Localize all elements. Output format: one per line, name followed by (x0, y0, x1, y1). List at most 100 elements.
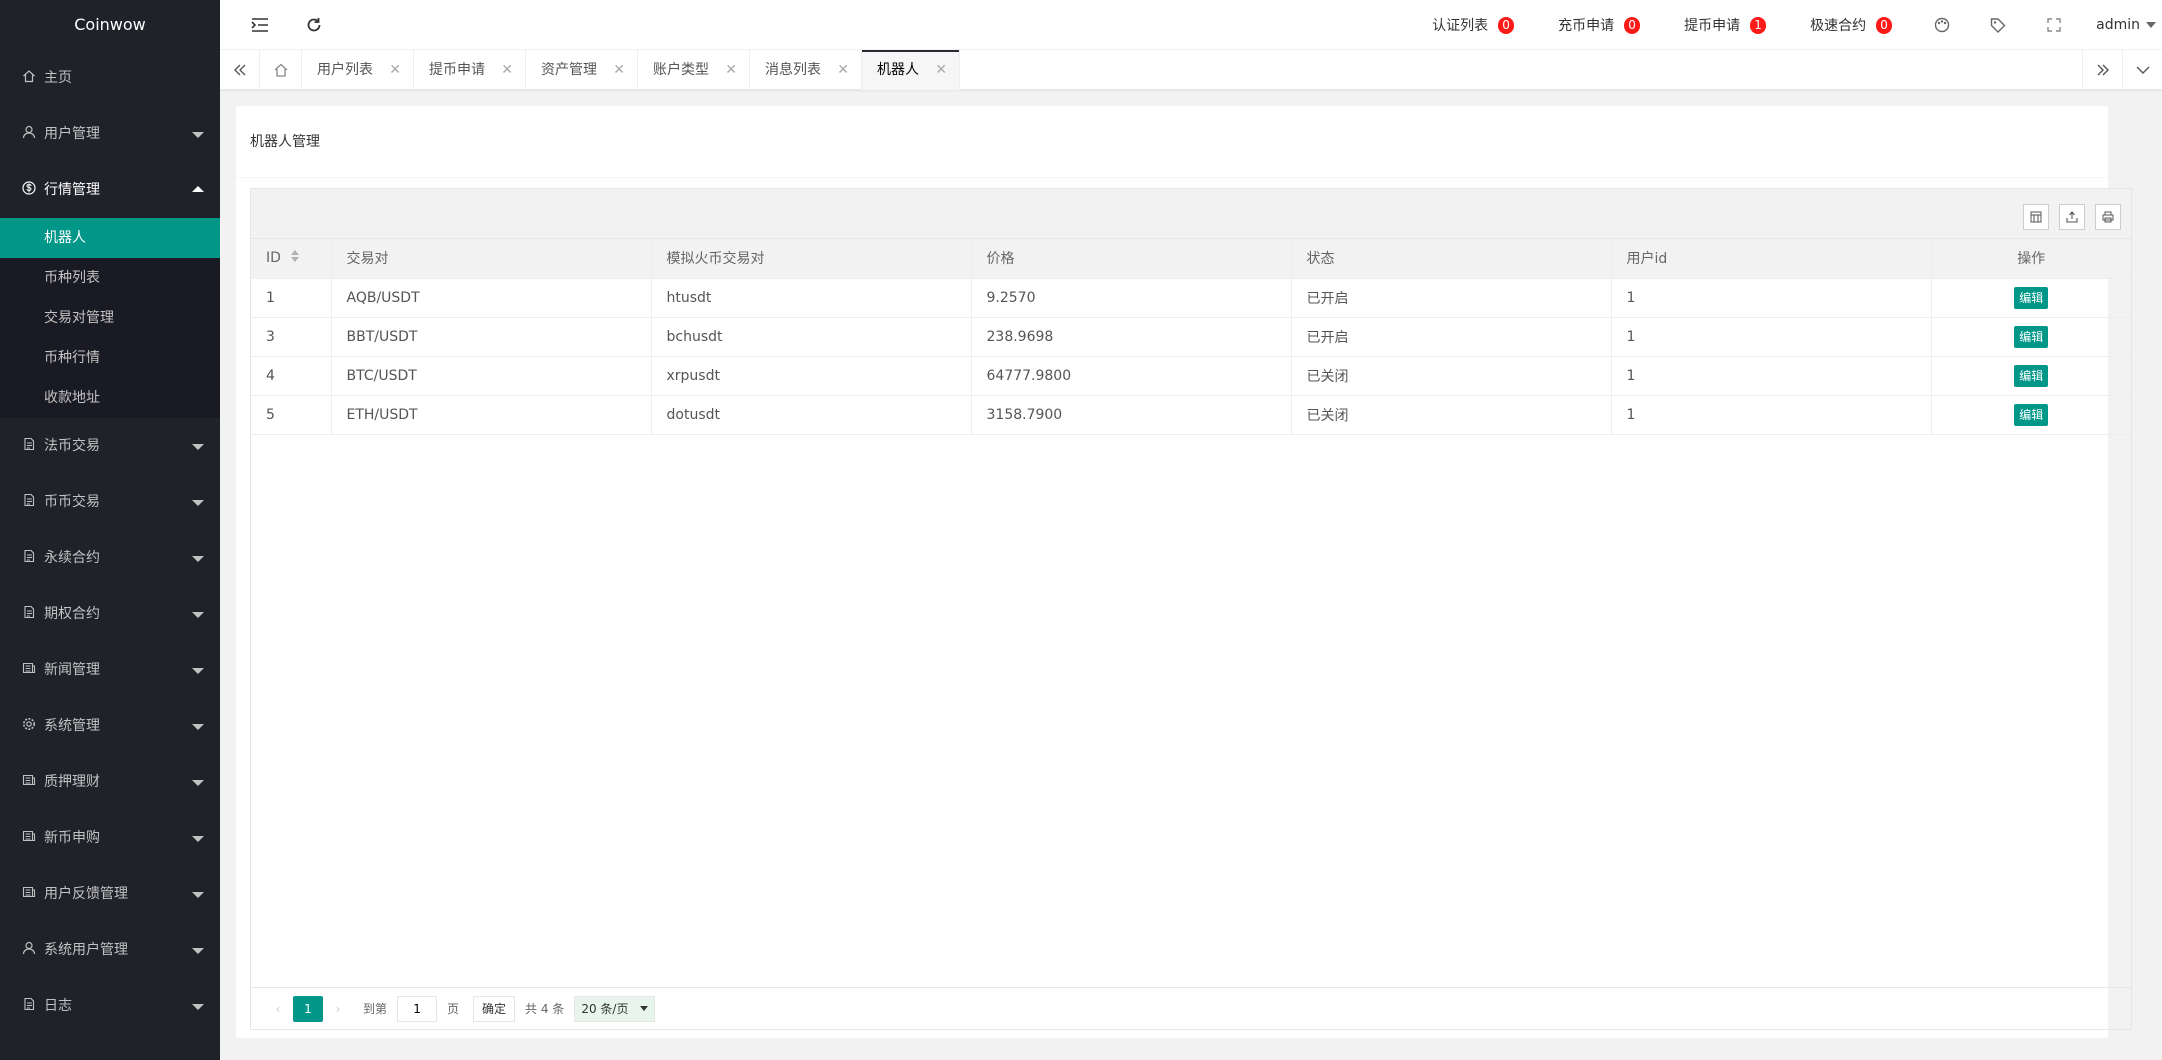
chevron-down-icon (192, 556, 204, 562)
column-header: 操作 (1931, 239, 2131, 279)
table-cell-sim: dotusdt (651, 395, 972, 435)
sidebar-item[interactable]: 日志 (0, 978, 220, 1034)
username: admin (2096, 17, 2140, 33)
sidebar-item[interactable]: 行情管理 (0, 162, 220, 218)
table-cell-pair: AQB/USDT (331, 278, 652, 318)
sidebar-submenu: 机器人 币种列表 交易对管理 币种行情 收款地址 (0, 218, 220, 418)
sidebar-item[interactable]: 系统用户管理 (0, 922, 220, 978)
table-cell-price: 3158.7900 (971, 395, 1292, 435)
header-link[interactable]: 认证列表 0 (1410, 0, 1536, 50)
edit-button[interactable]: 编辑 (2014, 364, 2049, 387)
sidebar-subitem[interactable]: 机器人 (0, 218, 220, 258)
news-icon (22, 829, 36, 843)
close-icon[interactable]: ✕ (935, 50, 947, 90)
tab-label: 用户列表 (317, 62, 373, 78)
close-icon[interactable]: ✕ (837, 50, 849, 90)
column-header-label: 价格 (986, 251, 1015, 268)
page-tab[interactable]: 账户类型 ✕ (638, 50, 750, 90)
page-tab[interactable]: 机器人 ✕ (862, 50, 960, 90)
column-header: 价格 (971, 239, 1292, 279)
sidebar: Coinwow 主页 用户管理行情管理机器人 币种列表 交易对管理 币种行情 收款地址法币… (0, 0, 220, 1060)
print-icon[interactable] (2095, 204, 2121, 230)
sidebar-item[interactable]: 新币申购 (0, 810, 220, 866)
sidebar-item[interactable]: 质押理财 (0, 754, 220, 810)
sidebar-item[interactable]: 币币交易 (0, 474, 220, 530)
header-link[interactable]: 极速合约 0 (1788, 0, 1914, 50)
chevron-down-icon (192, 836, 204, 842)
sidebar-item[interactable]: 期权合约 (0, 586, 220, 642)
sidebar-item[interactable]: 永续合约 (0, 530, 220, 586)
close-icon[interactable]: ✕ (389, 50, 401, 90)
sidebar-item-label: 期权合约 (44, 606, 100, 622)
table-cell-pair: ETH/USDT (331, 395, 652, 435)
home-tab-icon[interactable] (260, 50, 302, 90)
table-cell-uid: 1 (1611, 317, 1932, 357)
page-tab[interactable]: 提币申请 ✕ (414, 50, 526, 90)
page-tab[interactable]: 用户列表 ✕ (302, 50, 414, 90)
sidebar-item[interactable]: 系统管理 (0, 698, 220, 754)
table-cell-uid: 1 (1611, 278, 1932, 318)
sidebar-subitem[interactable]: 币种行情 (0, 338, 220, 378)
sidebar-subitem[interactable]: 交易对管理 (0, 298, 220, 338)
chevron-down-icon (2146, 22, 2156, 28)
sidebar-item-label: 行情管理 (44, 182, 100, 198)
close-icon[interactable]: ✕ (613, 50, 625, 90)
header-link-label: 极速合约 (1810, 18, 1867, 34)
sidebar-item[interactable]: 主页 (0, 50, 220, 106)
gear-icon (22, 717, 36, 731)
export-icon[interactable] (2059, 204, 2085, 230)
home-icon (22, 69, 36, 83)
columns-filter-icon[interactable] (2023, 204, 2049, 230)
tab-label: 账户类型 (653, 62, 709, 78)
sidebar-item[interactable]: 用户反馈管理 (0, 866, 220, 922)
chevron-down-icon (192, 780, 204, 786)
table-body: 1 AQB/USDT htusdt 9.2570 已开启 1 编辑 3 BBT/USDT bchu… (251, 278, 2131, 435)
goto-confirm-button[interactable]: 确定 (473, 995, 516, 1022)
goto-page-input[interactable] (397, 995, 438, 1022)
sidebar-item-label: 新闻管理 (44, 662, 100, 678)
refresh-icon[interactable] (302, 13, 326, 37)
tabs-dropdown-icon[interactable] (2122, 50, 2162, 90)
app-logo[interactable]: Coinwow (0, 0, 220, 50)
tabs-next-icon[interactable] (2082, 50, 2122, 90)
sidebar-item-label: 法币交易 (44, 438, 100, 454)
sidebar-item[interactable]: 用户管理 (0, 106, 220, 162)
close-icon[interactable]: ✕ (725, 50, 737, 90)
sidebar-subitem[interactable]: 币种列表 (0, 258, 220, 298)
table-cell-sim: htusdt (651, 278, 972, 318)
column-header-label: ID (266, 250, 281, 267)
sidebar-item[interactable]: 新闻管理 (0, 642, 220, 698)
table-cell-actions: 编辑 (1931, 278, 2131, 318)
sidebar-subitem[interactable]: 收款地址 (0, 378, 220, 418)
page-size-select[interactable]: 20 条/页 (574, 995, 656, 1022)
table-cell-pair: BTC/USDT (331, 356, 652, 396)
tab-label: 机器人 (877, 62, 919, 78)
next-page-icon[interactable]: › (323, 996, 353, 1022)
sidebar-item[interactable]: 法币交易 (0, 418, 220, 474)
tabs-prev-icon[interactable] (220, 50, 260, 90)
doc-icon (22, 605, 36, 619)
column-header[interactable]: ID (251, 239, 332, 279)
edit-button[interactable]: 编辑 (2014, 286, 2049, 309)
theme-icon[interactable] (1914, 0, 1970, 50)
chevron-down-icon (192, 132, 204, 138)
table-row: 1 AQB/USDT htusdt 9.2570 已开启 1 编辑 (251, 278, 2131, 318)
edit-button[interactable]: 编辑 (2014, 403, 2049, 426)
table-cell-price: 238.9698 (971, 317, 1292, 357)
tag-icon[interactable] (1970, 0, 2026, 50)
header-link[interactable]: 提币申请 1 (1662, 0, 1788, 50)
close-icon[interactable]: ✕ (501, 50, 513, 90)
prev-page-icon[interactable]: ‹ (263, 996, 293, 1022)
chevron-down-icon (192, 892, 204, 898)
sidebar-item-label: 日志 (44, 998, 72, 1014)
fullscreen-icon[interactable] (2026, 0, 2082, 50)
edit-button[interactable]: 编辑 (2014, 325, 2049, 348)
page-number-current[interactable]: 1 (293, 995, 323, 1022)
sort-icon[interactable] (290, 250, 299, 263)
page-tab[interactable]: 消息列表 ✕ (750, 50, 862, 90)
menu-toggle-icon[interactable] (248, 13, 272, 37)
sidebar-item-label: 质押理财 (44, 774, 100, 790)
header-link[interactable]: 充币申请 0 (1536, 0, 1662, 50)
page-tab[interactable]: 资产管理 ✕ (526, 50, 638, 90)
user-menu[interactable]: admin (2082, 17, 2162, 33)
